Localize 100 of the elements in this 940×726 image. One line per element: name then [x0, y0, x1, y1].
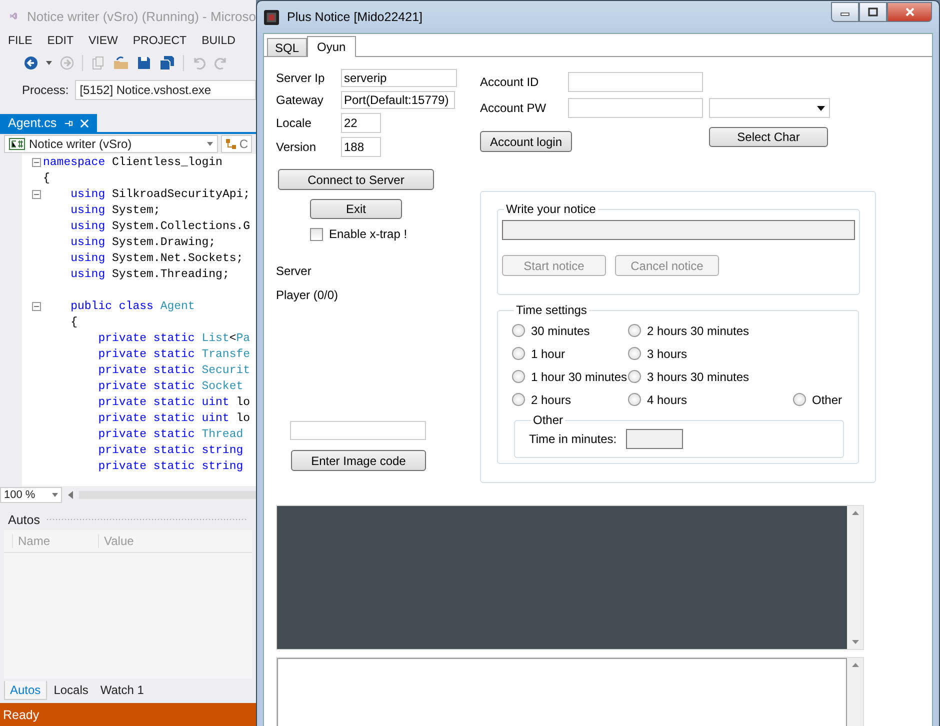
code-line: private static string — [97, 444, 244, 456]
close-icon[interactable] — [80, 118, 89, 128]
radio-option[interactable]: 4 hours — [628, 392, 793, 406]
radio-option[interactable]: 3 hours — [628, 346, 793, 360]
panel-tab[interactable]: Locals — [48, 681, 94, 700]
field-label: Locale — [276, 116, 312, 130]
close-icon — [904, 7, 914, 17]
code-line: namespace Clientless_login — [43, 156, 222, 168]
code-line: private static Thread — [97, 428, 244, 440]
radio-option[interactable]: Other — [793, 392, 844, 406]
checkbox[interactable]: Enable x-trap ! — [310, 227, 408, 241]
window-title: Notice writer (vSro) (Running) - Microso — [27, 8, 256, 24]
exit-button[interactable]: Exit — [310, 199, 402, 219]
image-code-field[interactable] — [290, 421, 426, 440]
field-label: Account ID — [480, 75, 540, 89]
member-icon — [225, 138, 238, 150]
scroll-left-icon[interactable] — [68, 491, 73, 499]
input-field[interactable]: 188 — [341, 137, 381, 157]
radio-option[interactable]: 2 hours — [512, 392, 628, 406]
field-label: Time in minutes: — [529, 432, 617, 446]
code-line: using System.Threading; — [70, 268, 230, 280]
close-button[interactable] — [887, 2, 932, 22]
csharp-icon — [9, 138, 25, 150]
field-label: Server Ip — [276, 71, 326, 85]
code-line: { — [70, 316, 78, 328]
dropdown-arrow-icon — [817, 106, 825, 110]
tab[interactable]: Oyun — [307, 36, 356, 57]
back-icon[interactable] — [24, 56, 38, 70]
save-icon[interactable] — [137, 56, 151, 70]
save-all-icon[interactable] — [159, 56, 175, 70]
menu-item[interactable]: BUILD — [202, 35, 236, 47]
image-code-button[interactable]: Enter Image code — [291, 450, 426, 471]
vertical-scrollbar[interactable] — [847, 658, 863, 726]
code-line: private static uint lo — [97, 412, 250, 424]
dropdown-arrow-icon[interactable] — [46, 61, 52, 65]
code-line: using System.Net.Sockets; — [70, 252, 244, 264]
panel-tab[interactable]: Watch 1 — [95, 681, 149, 700]
collapse-icon[interactable] — [32, 158, 41, 166]
code-line: private static string — [97, 460, 244, 472]
maximize-icon — [868, 7, 878, 17]
panel-title: Autos — [8, 513, 40, 527]
process-dropdown[interactable]: [5152] Notice.vshost.exe — [74, 80, 256, 100]
minimize-button[interactable] — [831, 2, 859, 22]
scroll-up-icon[interactable] — [852, 663, 858, 667]
app-icon — [264, 10, 279, 24]
input-field[interactable]: serverip — [341, 69, 457, 87]
collapse-icon[interactable] — [32, 190, 41, 198]
radio-option[interactable]: 1 hour — [512, 346, 628, 360]
status-bar: Ready — [0, 703, 256, 726]
code-line: { — [43, 172, 50, 184]
open-folder-icon[interactable] — [113, 56, 129, 70]
group-title: Other — [532, 413, 564, 427]
scroll-down-icon[interactable] — [852, 640, 858, 644]
type-dropdown[interactable]: Notice writer (vSro) — [4, 135, 218, 153]
dropdown-arrow-icon — [52, 493, 58, 497]
input-field[interactable]: Port(Default:15779) — [341, 91, 455, 109]
code-line: using System.Collections.G — [70, 220, 250, 232]
code-line: public class Agent — [70, 300, 195, 312]
server-label: Server — [276, 264, 312, 278]
code-line: using System.Drawing; — [70, 236, 216, 248]
vertical-scrollbar[interactable] — [847, 506, 863, 649]
code-line: private static Transfe — [97, 348, 250, 360]
tab[interactable]: SQL — [267, 38, 308, 56]
select-char-button[interactable]: Select Char — [709, 127, 828, 147]
menu-item[interactable]: PROJECT — [132, 35, 187, 47]
account-id-field[interactable] — [568, 72, 703, 92]
group-title: Write your notice — [505, 202, 597, 216]
panel-tab[interactable]: Autos — [4, 681, 47, 700]
scroll-up-icon[interactable] — [852, 511, 858, 515]
menu-item[interactable]: VIEW — [88, 35, 118, 47]
code-line: private static Socket — [97, 380, 244, 392]
menu-item[interactable]: FILE — [8, 35, 32, 47]
maximize-button[interactable] — [859, 2, 887, 22]
password-field[interactable] — [568, 98, 703, 118]
field-label: Account PW — [480, 101, 548, 115]
radio-option[interactable]: 2 hours 30 minutes — [628, 324, 793, 338]
document-tab[interactable]: Agent.cs — [0, 114, 97, 132]
player-count: Player (0/0) — [276, 288, 338, 302]
code-line: private static Securit — [97, 364, 250, 376]
member-dropdown[interactable]: C — [221, 135, 252, 153]
input-field[interactable]: 22 — [341, 113, 381, 133]
code-line: using System; — [70, 204, 160, 216]
code-line: private static List<Pa — [97, 332, 250, 344]
pin-icon[interactable] — [64, 118, 73, 128]
horizontal-scrollbar[interactable] — [79, 491, 256, 499]
radio-option[interactable]: 3 hours 30 minutes — [628, 370, 793, 384]
collapse-icon[interactable] — [32, 302, 41, 310]
connect-button[interactable]: Connect to Server — [278, 169, 434, 190]
minutes-field[interactable] — [626, 429, 683, 449]
radio-option[interactable]: 1 hour 30 minutes — [512, 370, 628, 384]
code-line: private static uint lo — [97, 396, 250, 408]
menu-item[interactable]: EDIT — [47, 35, 74, 47]
group-title: Time settings — [515, 303, 588, 317]
account-login-button[interactable]: Account login — [480, 131, 572, 152]
zoom-dropdown[interactable]: 100 % — [0, 487, 62, 503]
radio-option[interactable]: 30 minutes — [512, 324, 628, 338]
dropdown-arrow-icon — [207, 142, 214, 146]
window-title: Plus Notice [Mido22421] — [287, 10, 422, 24]
field-label: Gateway — [276, 93, 324, 107]
process-label: Process: — [22, 83, 69, 97]
